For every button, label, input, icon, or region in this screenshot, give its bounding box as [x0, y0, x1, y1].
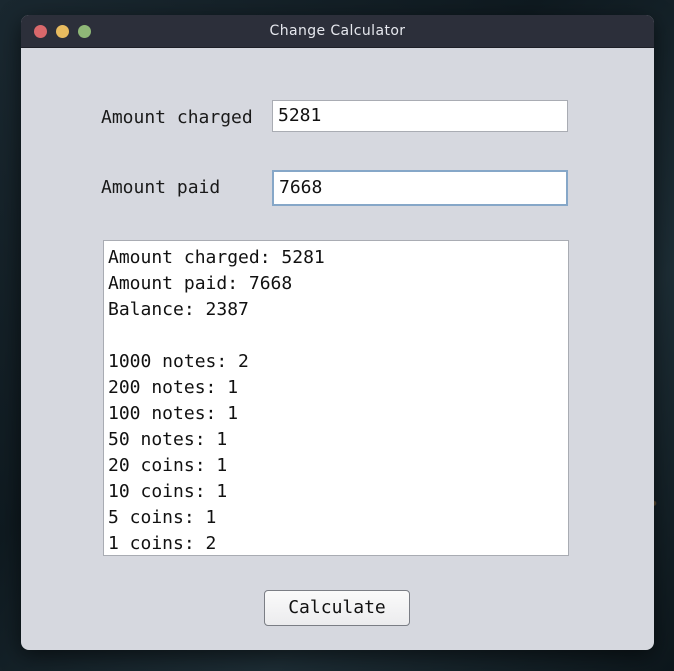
result-line: 50 notes: 1 — [108, 429, 228, 450]
result-blank-line — [108, 323, 564, 349]
title-bar[interactable]: Change Calculator — [21, 15, 654, 48]
result-text-area[interactable]: Amount charged: 5281 Amount paid: 7668 B… — [103, 240, 569, 556]
amount-charged-label: Amount charged — [101, 107, 253, 128]
result-line: Amount paid: 7668 — [108, 273, 293, 294]
result-line: 1000 notes: 2 — [108, 351, 249, 372]
result-line: 20 coins: 1 — [108, 455, 228, 476]
calculate-button[interactable]: Calculate — [264, 590, 410, 626]
result-line: 5 coins: 1 — [108, 507, 217, 528]
amount-paid-label: Amount paid — [101, 177, 221, 198]
amount-charged-input[interactable]: 5281 — [272, 100, 568, 132]
result-line: 200 notes: 1 — [108, 377, 239, 398]
amount-paid-input[interactable]: 7668 — [272, 170, 568, 206]
window-title: Change Calculator — [269, 23, 406, 39]
result-line: 10 coins: 1 — [108, 481, 228, 502]
result-line: 1 coins: 2 — [108, 533, 217, 554]
result-line: Amount charged: 5281 — [108, 247, 325, 268]
result-line: 100 notes: 1 — [108, 403, 239, 424]
result-line: Balance: 2387 — [108, 299, 249, 320]
app-window: Change Calculator Amount charged 5281 Am… — [21, 15, 654, 650]
